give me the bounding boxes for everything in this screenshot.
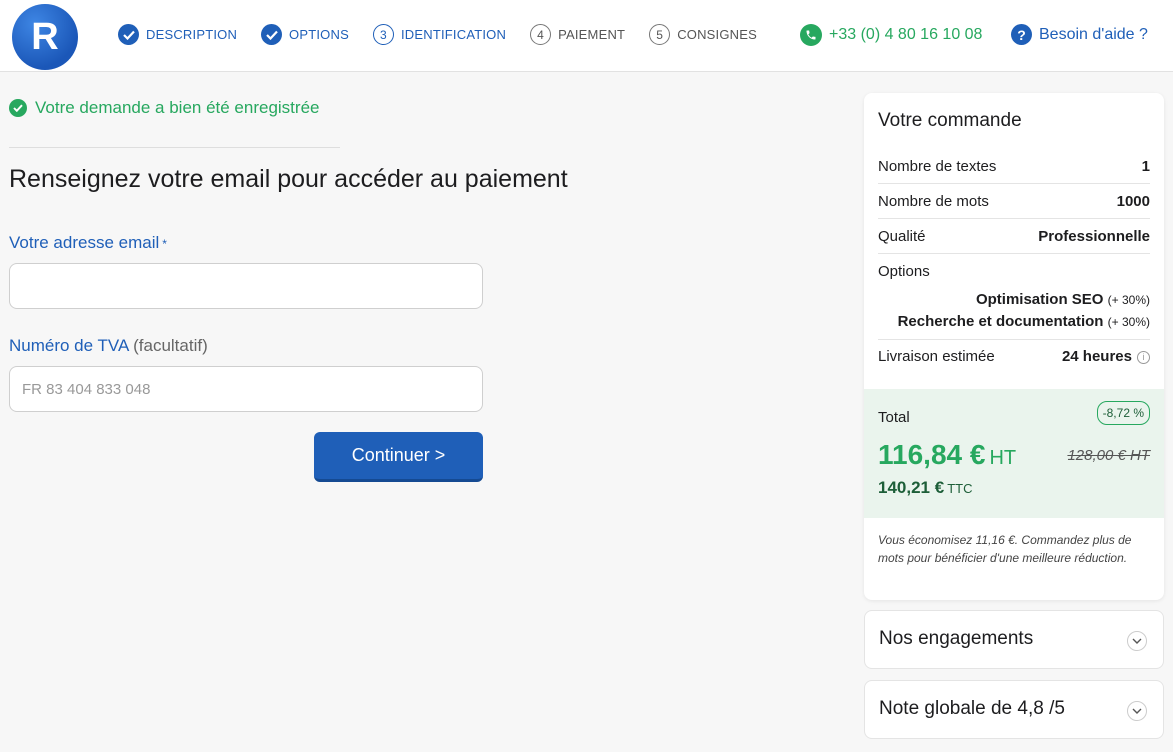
total-box: Total -8,72 % 116,84 € HT 128,00 € HT 140…	[864, 389, 1164, 518]
check-circle-icon	[9, 99, 27, 117]
total-label: Total	[878, 409, 910, 426]
order-row-texts: Nombre de textes 1	[878, 149, 1150, 184]
row-value: Professionnelle	[1038, 227, 1150, 245]
discount-badge: -8,72 %	[1096, 401, 1150, 425]
price-ttc-unit: TTC	[947, 481, 973, 496]
checkout-steps: DESCRIPTION OPTIONS 3 IDENTIFICATION 4 P…	[118, 24, 781, 45]
check-icon	[261, 24, 283, 45]
option-pct: (+ 30%)	[1107, 293, 1150, 307]
row-value: 1000	[1116, 192, 1150, 210]
phone-link[interactable]: +33 (0) 4 80 16 10 08	[800, 24, 982, 46]
delivery-value-wrap: 24 heures i	[1062, 348, 1150, 365]
chevron-down-icon	[1127, 631, 1147, 651]
price-ttc: 140,21 € TTC	[878, 478, 972, 498]
email-field[interactable]	[9, 263, 483, 309]
info-icon[interactable]: i	[1137, 350, 1150, 364]
option-research: Recherche et documentation (+ 30%)	[898, 313, 1150, 330]
phone-number: +33 (0) 4 80 16 10 08	[829, 26, 983, 43]
option-seo: Optimisation SEO (+ 30%)	[976, 291, 1150, 308]
price-ttc-value: 140,21 €	[878, 478, 945, 497]
step-number: 5	[649, 24, 671, 45]
step-label: OPTIONS	[289, 27, 349, 42]
row-value: 1	[1141, 157, 1150, 175]
phone-icon	[800, 24, 822, 46]
check-icon	[118, 24, 139, 45]
order-row-quality: Qualité Professionnelle	[878, 219, 1150, 254]
success-text: Votre demande a bien été enregistrée	[35, 98, 320, 117]
page-title: Renseignez votre email pour accéder au p…	[9, 165, 568, 193]
vat-optional-text: (facultatif)	[133, 336, 208, 355]
required-marker: *	[162, 237, 167, 251]
accordion-rating[interactable]: Note globale de 4,8 /5	[864, 680, 1164, 739]
row-label: Qualité	[878, 227, 926, 245]
row-label: Options	[878, 263, 930, 280]
help-link[interactable]: ? Besoin d'aide ?	[1011, 24, 1148, 45]
step-consignes[interactable]: 5 CONSIGNES	[649, 24, 757, 45]
vat-field[interactable]	[9, 366, 483, 412]
email-label-text: Votre adresse email	[9, 233, 160, 252]
step-label: PAIEMENT	[558, 27, 626, 42]
top-header: R DESCRIPTION OPTIONS 3 IDENTIFICATION 4…	[0, 0, 1173, 72]
price-ht-unit: HT	[989, 447, 1017, 469]
question-icon: ?	[1011, 24, 1032, 45]
option-name: Optimisation SEO	[975, 291, 1104, 308]
chevron-down-icon	[1127, 701, 1147, 721]
price-ht: 116,84 € HT	[878, 439, 1016, 471]
continue-button[interactable]: Continuer >	[314, 432, 483, 482]
accordion-title: Nos engagements	[879, 628, 1034, 649]
step-number: 3	[372, 24, 394, 45]
step-identification[interactable]: 3 IDENTIFICATION	[372, 24, 507, 45]
step-description[interactable]: DESCRIPTION	[118, 24, 237, 45]
order-row-words: Nombre de mots 1000	[878, 184, 1150, 219]
logo-letter: R	[31, 15, 59, 58]
step-label: IDENTIFICATION	[400, 27, 507, 42]
savings-note: Vous économisez 11,16 €. Commandez plus …	[878, 533, 1132, 565]
price-ht-value: 116,84 €	[878, 439, 986, 470]
divider	[9, 147, 340, 148]
option-pct: (+ 30%)	[1107, 315, 1150, 329]
option-name: Recherche et documentation	[897, 313, 1104, 330]
brand-logo[interactable]: R	[12, 4, 78, 70]
step-options[interactable]: OPTIONS	[261, 24, 349, 45]
accordion-title: Note globale de 4,8 /5	[879, 698, 1065, 719]
order-row-delivery: Livraison estimée 24 heures i	[878, 339, 1150, 374]
email-label: Votre adresse email *	[9, 233, 167, 253]
step-label: DESCRIPTION	[146, 27, 238, 42]
success-message: Votre demande a bien été enregistrée	[9, 98, 319, 118]
row-label: Nombre de mots	[878, 192, 989, 210]
step-label: CONSIGNES	[677, 27, 758, 42]
vat-label-text: Numéro de TVA	[9, 336, 129, 355]
old-price: 128,00 € HT	[1067, 447, 1150, 464]
vat-label: Numéro de TVA (facultatif)	[9, 336, 208, 356]
row-label: Livraison estimée	[878, 348, 995, 365]
help-label: Besoin d'aide ?	[1039, 25, 1148, 43]
step-number: 4	[530, 24, 552, 45]
step-paiement[interactable]: 4 PAIEMENT	[530, 24, 625, 45]
row-label: Nombre de textes	[878, 157, 997, 175]
order-title: Votre commande	[878, 110, 1022, 131]
row-value: 24 heures	[1061, 348, 1132, 365]
order-summary: Votre commande Nombre de textes 1 Nombre…	[864, 93, 1164, 600]
accordion-engagements[interactable]: Nos engagements	[864, 610, 1164, 669]
